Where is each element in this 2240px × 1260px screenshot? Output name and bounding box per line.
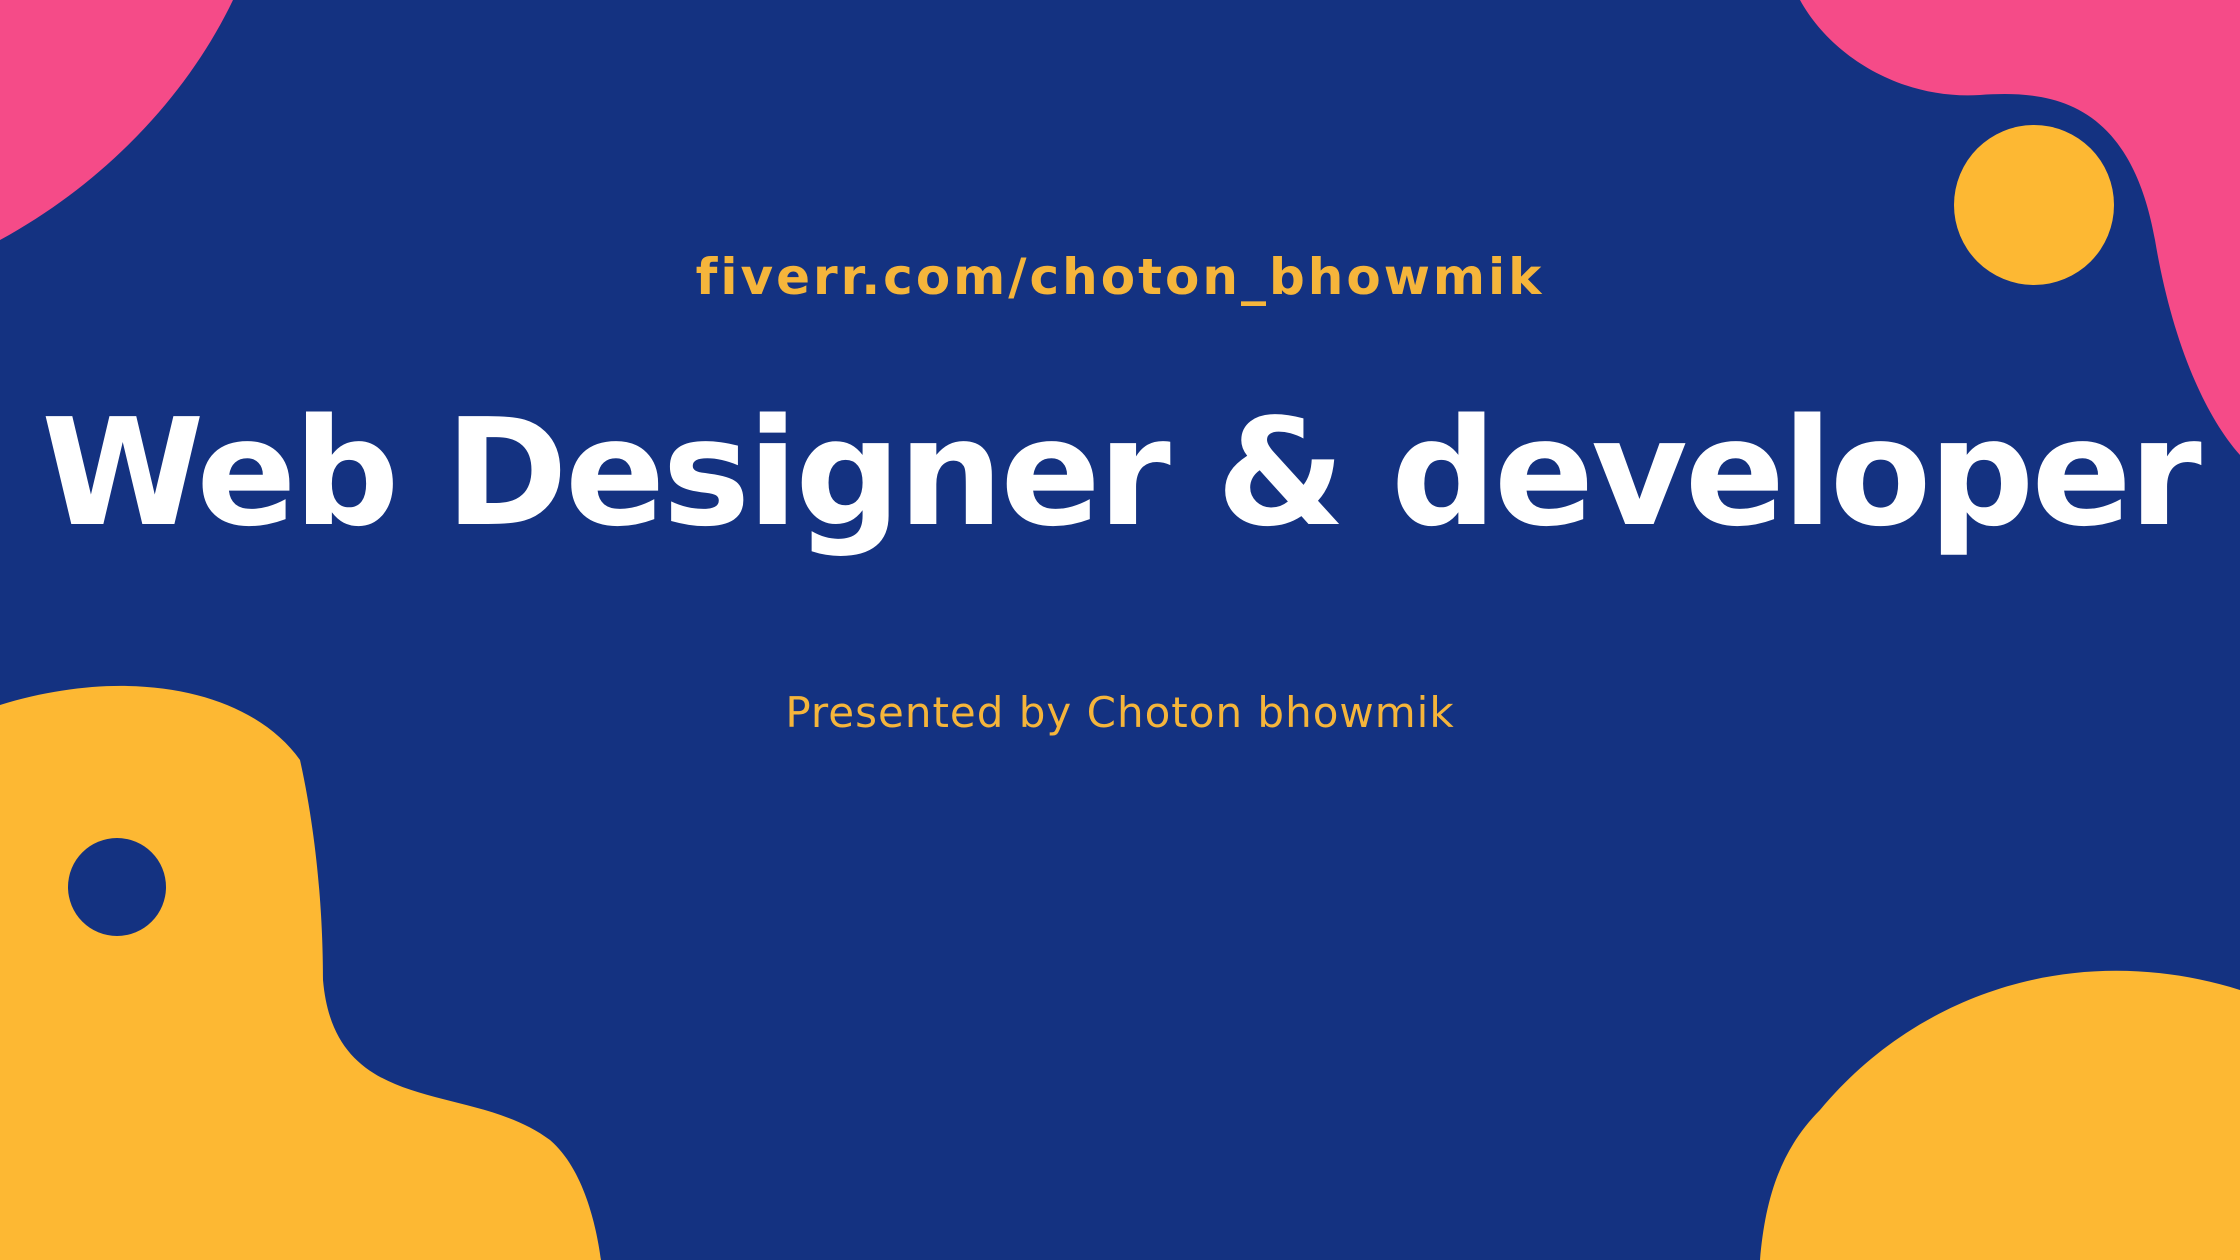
fiverr-url: fiverr.com/choton_bhowmik xyxy=(695,248,1545,306)
slide: fiverr.com/choton_bhowmik Web Designer &… xyxy=(0,0,2240,1260)
presenter-subtitle: Presented by Choton bhowmik xyxy=(785,688,1455,737)
blue-circle-bottom-left xyxy=(68,838,166,936)
background-shapes xyxy=(0,0,2240,1260)
slide-title: Web Designer & developer xyxy=(41,387,2202,559)
